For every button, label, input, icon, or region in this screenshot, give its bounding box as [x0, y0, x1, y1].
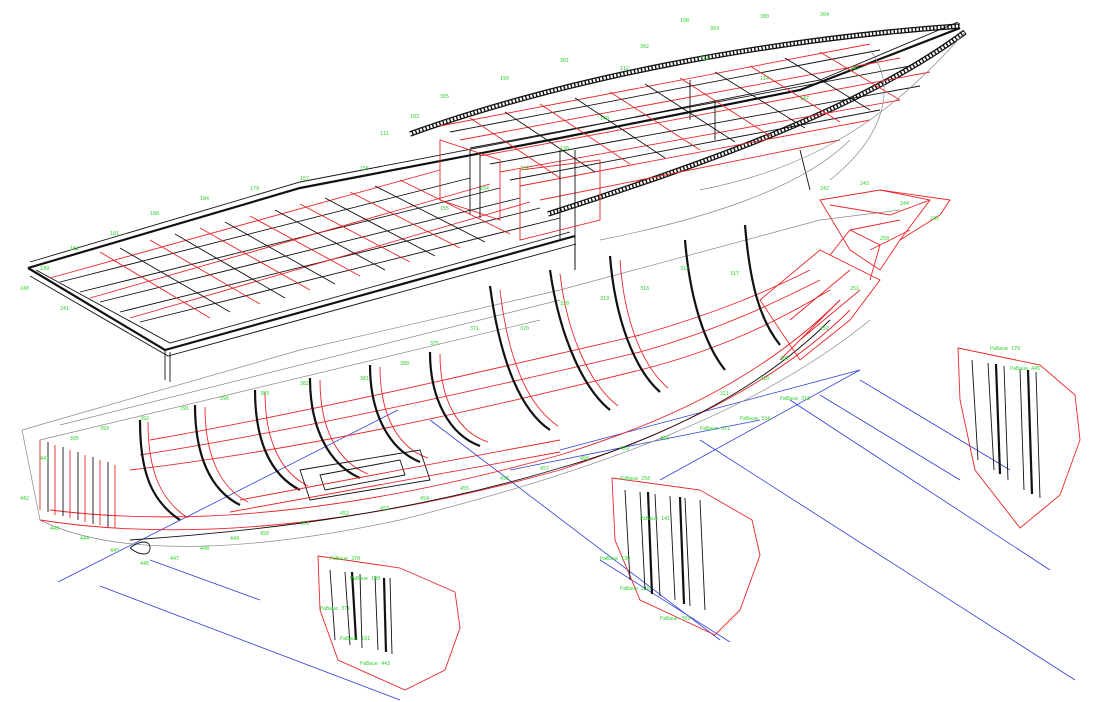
part-label: 311	[720, 391, 729, 397]
part-label: PaBaue 324	[740, 416, 770, 422]
ship-hull-exploded-diagram: 198 303 300 304 302 301 199 305 103 111 112 113 114 1…	[20, 12, 1081, 701]
part-label: 140	[600, 116, 609, 122]
part-label: 301	[560, 58, 569, 64]
part-label: 242	[820, 186, 829, 192]
part-label: PaBaue 210	[620, 586, 650, 592]
part-label: 451	[300, 521, 309, 527]
part-label: 371	[470, 326, 479, 332]
bulkhead-middle	[611, 477, 761, 636]
part-label: PaBaue 179	[990, 346, 1020, 352]
bulkhead-right	[957, 347, 1081, 529]
part-label: 114	[760, 76, 769, 82]
part-label: PaBaue 198	[350, 576, 380, 582]
part-label: 243	[860, 181, 869, 187]
part-label: 245	[930, 216, 939, 222]
part-label: 381	[360, 376, 369, 382]
part-label: 449	[230, 536, 239, 542]
part-label: 380	[400, 361, 409, 367]
part-label: 460	[660, 436, 669, 442]
part-label: 182	[70, 246, 79, 252]
part-label: 154	[480, 186, 489, 192]
part-label: 457	[540, 466, 549, 472]
part-label: 251	[850, 286, 859, 292]
part-label: 155	[440, 206, 449, 212]
part-label: 300	[760, 14, 769, 20]
part-label: 250	[880, 236, 889, 242]
part-label: 370	[520, 326, 529, 332]
part-label: 199	[500, 76, 509, 82]
part-label: PaBaue 303	[660, 616, 690, 622]
part-label: 456	[500, 476, 509, 482]
part-label: 320	[560, 301, 569, 307]
part-label: 153	[520, 166, 529, 172]
part-label: 244	[900, 201, 909, 207]
part-label: 252	[820, 326, 829, 332]
part-label: 303	[710, 26, 719, 32]
part-label: 445	[110, 548, 119, 554]
part-label: 441	[40, 456, 49, 462]
part-label: PaBaue 371	[320, 606, 350, 612]
part-label: 180	[150, 211, 159, 217]
part-label: 157	[300, 176, 309, 182]
part-label: 141	[850, 66, 859, 72]
part-label: PaBaue 443	[360, 661, 390, 667]
part-label: 382	[300, 381, 309, 387]
part-label: 452	[340, 511, 349, 517]
part-label: 310	[760, 376, 769, 382]
part-label: 450	[260, 531, 269, 537]
part-label: 304	[820, 12, 829, 18]
part-label: 443	[50, 526, 59, 532]
part-label: 448	[200, 546, 209, 552]
part-label: 112	[620, 66, 629, 72]
part-label: 458	[580, 456, 589, 462]
part-label: 239	[40, 266, 49, 272]
part-label: 198	[680, 18, 689, 24]
part-label: 375	[430, 341, 439, 347]
part-label: 181	[110, 231, 119, 237]
part-label: 392	[140, 416, 149, 422]
part-label: 312	[680, 266, 689, 272]
baseline-grid	[57, 369, 1076, 701]
part-label: PaBaue 141	[640, 516, 670, 522]
part-label: 179	[250, 186, 259, 192]
part-label: 393	[100, 426, 109, 432]
part-label: 383	[260, 391, 269, 397]
part-label: 391	[180, 406, 189, 412]
part-label: 318	[640, 286, 649, 292]
part-label: PaBaue 181	[340, 636, 370, 642]
part-label: 442	[20, 496, 29, 502]
part-label: 395	[70, 436, 79, 442]
part-label: 444	[80, 536, 89, 542]
part-label: 317	[730, 271, 739, 277]
part-label: PaBaue 258	[620, 476, 650, 482]
part-label: 147	[800, 96, 809, 102]
part-label: 305	[780, 356, 789, 362]
part-label: PaBaue 130	[600, 556, 630, 562]
part-label: 240	[20, 286, 29, 292]
part-label: 302	[640, 44, 649, 50]
part-label: 454	[420, 496, 429, 502]
bulkhead-left	[317, 555, 461, 691]
part-label: 156	[360, 166, 369, 172]
part-label: 184	[200, 196, 209, 202]
part-label: 241	[60, 306, 69, 312]
part-label: PaBaue 318	[780, 396, 810, 402]
part-label: 103	[410, 114, 419, 120]
part-label: 130	[560, 146, 569, 152]
part-label: 446	[140, 561, 149, 567]
part-label: 390	[220, 396, 229, 402]
part-label: 111	[380, 131, 389, 137]
part-label: PaBaue 370	[330, 556, 360, 562]
hull-module	[21, 189, 951, 555]
part-label: 453	[380, 506, 389, 512]
part-label: 113	[700, 56, 709, 62]
part-label: 305	[440, 94, 449, 100]
part-label: PaBaue 311	[700, 426, 730, 432]
part-label: 319	[600, 296, 609, 302]
part-label: PaBaue 445	[1010, 366, 1040, 372]
part-label: 459	[620, 446, 629, 452]
part-label: 447	[170, 556, 179, 562]
part-label: 455	[460, 486, 469, 492]
